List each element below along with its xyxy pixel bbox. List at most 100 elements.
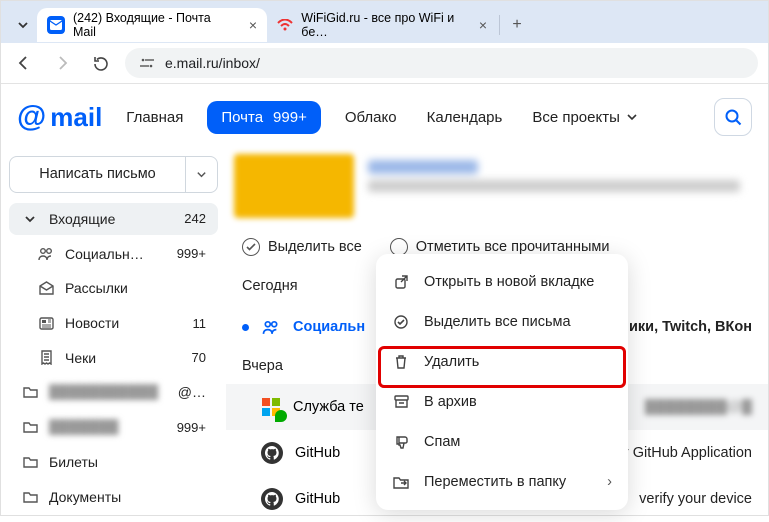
folder-icon [21,421,39,433]
browser-tab-mail[interactable]: (242) Входящие - Почта Mail × [37,8,267,42]
close-icon[interactable]: × [249,17,257,33]
ctx-label: Спам [424,434,460,450]
sidebar-item-documents[interactable]: Документы [9,480,218,513]
ad-banner[interactable] [234,154,760,218]
nav-calendar[interactable]: Календарь [421,105,509,130]
nav-projects-label: Все проекты [532,109,620,126]
search-button[interactable] [714,98,752,136]
compose-dropdown[interactable] [185,157,217,192]
sidebar-item-count: 70 [192,350,206,365]
nav-projects[interactable]: Все проекты [526,105,644,130]
sidebar-item-count: 11 [193,316,207,331]
url-input[interactable]: e.mail.ru/inbox/ [125,48,758,78]
sidebar-item-receipts[interactable]: Чеки 70 [9,341,218,374]
url-text: e.mail.ru/inbox/ [165,55,260,71]
ctx-open-new-tab[interactable]: Открыть в новой вкладке [376,262,628,302]
select-all-label: Выделить все [268,239,362,255]
chevron-right-icon: › [607,474,612,490]
ctx-move-to-folder[interactable]: Переместить в папку › [376,462,628,502]
people-icon [37,247,55,261]
chevron-down-icon [196,169,207,180]
sidebar-item-folder[interactable]: ███████████ @… [9,376,218,409]
mark-read-label: Отметить все прочитанными [416,239,610,255]
nav-mail-label: Почта [221,109,263,126]
ctx-spam[interactable]: Спам [376,422,628,462]
ctx-archive[interactable]: В архив [376,382,628,422]
microsoft-icon [261,398,281,416]
nav-cloud[interactable]: Облако [339,105,403,130]
sidebar-item-social[interactable]: Социальн… 999+ [9,237,218,270]
sidebar-item-count: 999+ [177,420,206,435]
sidebar-item-tickets[interactable]: Билеты [9,446,218,479]
sidebar-item-suffix: @… [178,384,206,400]
folder-move-icon [392,476,410,489]
compose-button[interactable]: Написать письмо [9,156,218,193]
receipt-icon [37,350,55,365]
nav-mail[interactable]: Почта 999+ [207,101,320,134]
browser-address-bar: e.mail.ru/inbox/ [1,43,768,84]
sidebar-item-label: Билеты [49,454,206,470]
check-circle-icon [242,238,260,256]
shield-verified-icon [275,410,287,422]
compose-label: Написать письмо [10,166,185,182]
archive-icon [392,395,410,409]
ctx-label: Переместить в папку [424,474,566,490]
select-all-icon [392,314,410,330]
external-icon [392,275,410,290]
sidebar-item-count: 999+ [177,246,206,261]
tab-title: WiFiGid.ru - все про WiFi и бе… [301,11,467,39]
sidebar: Написать письмо Входящие 242 Социальн… 9… [1,150,226,517]
ctx-delete[interactable]: Удалить [376,342,628,382]
wifi-icon [277,16,293,34]
newspaper-icon [37,317,55,330]
reload-button[interactable] [87,50,113,76]
mail-envelope-icon [47,16,65,34]
envelope-open-icon [37,281,55,295]
sidebar-item-label: Новости [65,315,183,331]
tab-separator [499,15,500,35]
sidebar-item-newsletters[interactable]: Рассылки [9,272,218,305]
sidebar-item-label: Документы [49,489,206,505]
tab-dropdown[interactable] [9,10,37,40]
forward-button[interactable] [49,50,75,76]
context-menu: Открыть в новой вкладке Выделить все пис… [376,254,628,510]
mail-logo[interactable]: @ mail [17,102,102,133]
folder-icon [21,386,39,398]
ctx-select-all[interactable]: Выделить все письма [376,302,628,342]
ad-text [368,154,760,218]
search-icon [724,108,742,126]
ctx-label: Удалить [424,354,479,370]
thumbs-down-icon [392,435,410,450]
sidebar-item-count: 242 [184,211,206,226]
nav-mail-count: 999+ [273,109,307,126]
github-icon [261,442,283,464]
sidebar-item-label: Входящие [49,211,174,227]
sidebar-item-folder[interactable]: ███████ 999+ [9,411,218,444]
sidebar-item-news[interactable]: Новости 11 [9,307,218,340]
sidebar-item-label: Чеки [65,350,182,366]
ctx-label: Открыть в новой вкладке [424,274,594,290]
ctx-label: Выделить все письма [424,314,571,330]
people-icon [261,320,281,335]
new-tab-button[interactable]: + [502,10,532,40]
nav-home[interactable]: Главная [120,105,189,130]
message-list-area: Выделить все Отметить все прочитанными С… [226,150,768,517]
folder-icon [21,456,39,468]
browser-tab-wifigid[interactable]: WiFiGid.ru - все про WiFi и бе… × [267,8,497,42]
mail-header: @ mail Главная Почта 999+ Облако Календа… [1,84,768,150]
ctx-label: В архив [424,394,477,410]
tab-title: (242) Входящие - Почта Mail [73,11,237,39]
sidebar-item-label: Социальн… [65,246,167,262]
sidebar-item-inbox[interactable]: Входящие 242 [9,203,218,236]
chevron-down-icon [21,213,39,225]
back-button[interactable] [11,50,37,76]
folder-icon [21,491,39,503]
ad-image [234,154,354,218]
select-all-button[interactable]: Выделить все [242,238,362,256]
sidebar-item-label: ███████ [49,419,167,435]
sidebar-item-label: Рассылки [65,280,206,296]
close-icon[interactable]: × [479,17,487,33]
logo-text: mail [50,102,102,133]
sidebar-item-label: ███████████ [49,384,168,400]
site-controls-icon[interactable] [139,57,155,69]
